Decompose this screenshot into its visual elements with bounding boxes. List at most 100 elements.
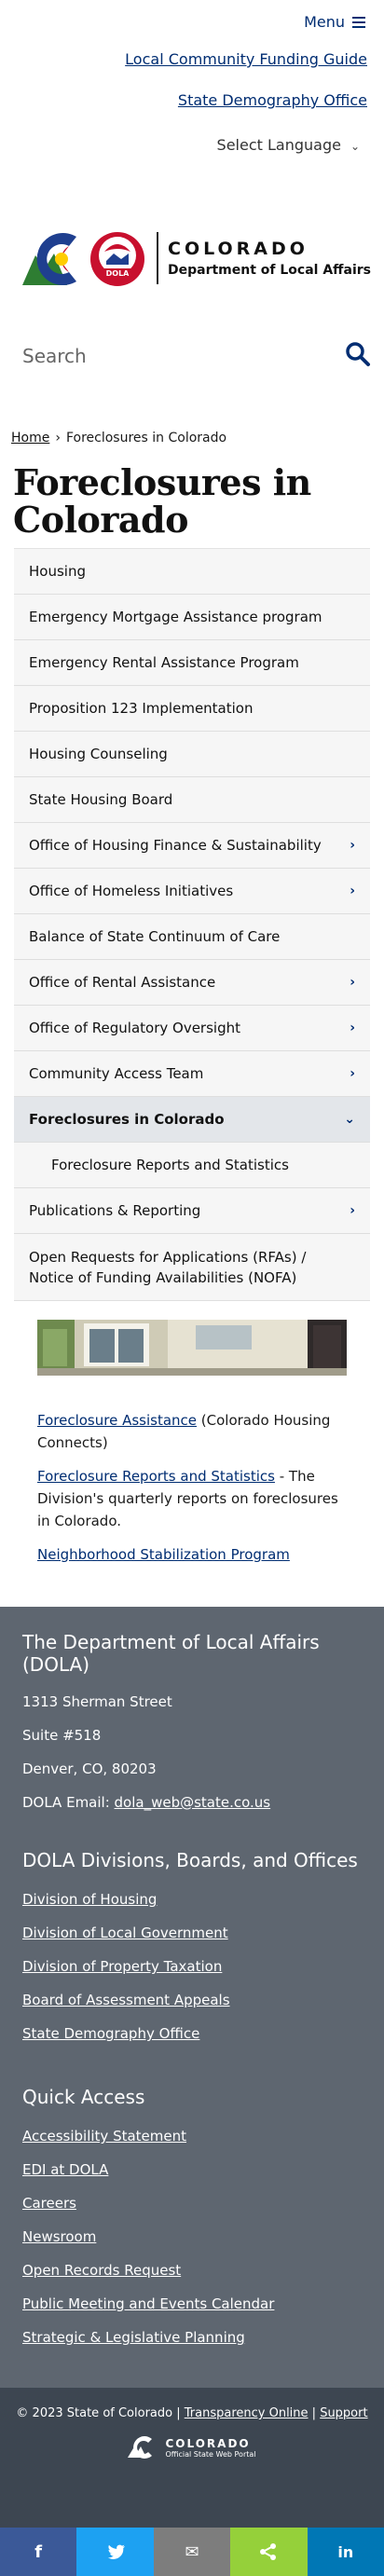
nav-item-label: Balance of State Continuum of Care: [29, 928, 281, 945]
site-logo[interactable]: DOLA COLORADO Department of Local Affair…: [0, 209, 384, 307]
footer-link-events-calendar[interactable]: Public Meeting and Events Calendar: [22, 2287, 362, 2321]
nav-item-housing[interactable]: Housing: [14, 549, 370, 595]
facebook-icon: f: [34, 2542, 43, 2562]
menu-button[interactable]: Menu: [304, 13, 365, 31]
transparency-link[interactable]: Transparency Online: [185, 2406, 309, 2420]
nav-item-label: Community Access Team: [29, 1065, 204, 1082]
nav-item-label: Emergency Mortgage Assistance program: [29, 609, 322, 625]
nav-item-emergency-rental[interactable]: Emergency Rental Assistance Program: [14, 640, 370, 686]
section-navigation: Housing Emergency Mortgage Assistance pr…: [14, 548, 370, 1301]
language-selector[interactable]: Select Language ⌄: [0, 134, 384, 209]
nav-item-community-access[interactable]: Community Access Team ›: [14, 1051, 370, 1097]
colorado-portal-icon: [128, 2436, 153, 2459]
linkedin-share-button[interactable]: in: [307, 2528, 384, 2576]
footer-link-state-demography[interactable]: State Demography Office: [22, 2017, 362, 2050]
search-input[interactable]: [22, 344, 345, 367]
foreclosure-reports-link[interactable]: Foreclosure Reports and Statistics: [37, 1468, 275, 1485]
email-icon: ✉: [185, 2542, 199, 2562]
footer-link-accessibility[interactable]: Accessibility Statement: [22, 2119, 362, 2153]
chevron-down-icon[interactable]: ⌄: [344, 1112, 355, 1127]
address-line: 1313 Sherman Street: [22, 1693, 172, 1710]
search-bar: [0, 307, 384, 404]
breadcrumb-home-link[interactable]: Home: [11, 431, 49, 445]
footer-link-careers[interactable]: Careers: [22, 2186, 362, 2220]
neighborhood-stabilization-link[interactable]: Neighborhood Stabilization Program: [37, 1546, 290, 1563]
footer-dept-title: The Department of Local Affairs (DOLA): [22, 1631, 320, 1676]
logo-department-name: Department of Local Affairs: [168, 262, 371, 278]
footer-link-edi[interactable]: EDI at DOLA: [22, 2153, 362, 2186]
nav-item-homeless-initiatives[interactable]: Office of Homeless Initiatives ›: [14, 869, 370, 914]
address-line: Denver, CO, 80203: [22, 1761, 157, 1777]
chevron-right-icon[interactable]: ›: [350, 1066, 355, 1081]
search-icon[interactable]: [345, 341, 371, 371]
chevron-right-icon[interactable]: ›: [350, 975, 355, 990]
nav-item-foreclosures[interactable]: Foreclosures in Colorado ⌄: [14, 1097, 370, 1143]
top-bar: Menu: [0, 0, 384, 47]
footer-divisions-list: Division of Housing Division of Local Go…: [22, 1883, 362, 2050]
local-community-funding-guide-link[interactable]: Local Community Funding Guide: [0, 50, 384, 91]
nav-item-label: Publications & Reporting: [29, 1202, 201, 1219]
share-icon: [260, 2543, 277, 2560]
footer-link-assessment-appeals[interactable]: Board of Assessment Appeals: [22, 1983, 362, 2017]
nav-item-state-housing-board[interactable]: State Housing Board: [14, 777, 370, 823]
nav-item-label: Foreclosure Reports and Statistics: [51, 1157, 289, 1173]
separator: |: [176, 2406, 185, 2420]
foreclosure-assistance-link[interactable]: Foreclosure Assistance: [37, 1412, 197, 1429]
chevron-right-icon[interactable]: ›: [350, 1021, 355, 1035]
dola-badge-text: DOLA: [106, 269, 130, 278]
nav-item-publications[interactable]: Publications & Reporting ›: [14, 1188, 370, 1234]
footer-link-open-records[interactable]: Open Records Request: [22, 2254, 362, 2287]
nav-item-open-requests[interactable]: Open Requests for Applications (RFAs) / …: [14, 1234, 370, 1301]
logo-state-name: COLORADO: [168, 238, 309, 259]
language-label: Select Language: [216, 136, 341, 154]
nav-item-balance-of-state[interactable]: Balance of State Continuum of Care: [14, 914, 370, 960]
nav-item-rental-assistance[interactable]: Office of Rental Assistance ›: [14, 960, 370, 1006]
nav-item-emergency-mortgage[interactable]: Emergency Mortgage Assistance program: [14, 595, 370, 640]
support-link[interactable]: Support: [320, 2406, 367, 2420]
nav-item-label: Proposition 123 Implementation: [29, 700, 254, 717]
footer-link-strategic-planning[interactable]: Strategic & Legislative Planning: [22, 2321, 362, 2354]
copyright-row: © 2023 State of Colorado | Transparency …: [0, 2388, 384, 2420]
twitter-icon: [107, 2544, 125, 2559]
state-portal-logo[interactable]: COLORADO Official State Web Portal: [0, 2435, 384, 2460]
email-label: DOLA Email:: [22, 1794, 115, 1811]
house-photo: [37, 1320, 347, 1376]
nav-item-label: Housing Counseling: [29, 746, 168, 762]
footer-email-row: DOLA Email: dola_web@state.co.us: [22, 1786, 362, 1819]
nav-item-proposition-123[interactable]: Proposition 123 Implementation: [14, 686, 370, 732]
share-button[interactable]: <: [230, 2528, 308, 2576]
breadcrumb: Home › Foreclosures in Colorado: [0, 404, 384, 445]
nav-item-label: Office of Rental Assistance: [29, 974, 216, 991]
page-title: Foreclosures in Colorado: [13, 461, 311, 541]
footer-link-division-of-housing[interactable]: Division of Housing: [22, 1883, 362, 1916]
main-content: Foreclosure Assistance (Colorado Housing…: [0, 1376, 384, 1566]
nav-item-regulatory-oversight[interactable]: Office of Regulatory Oversight ›: [14, 1006, 370, 1051]
separator: |: [311, 2406, 321, 2420]
nav-item-housing-finance[interactable]: Office of Housing Finance & Sustainabili…: [14, 823, 370, 869]
footer-bottom-bar: © 2023 State of Colorado | Transparency …: [0, 2388, 384, 2528]
paragraph-foreclosure-reports: Foreclosure Reports and Statistics - The…: [37, 1465, 347, 1532]
nav-item-housing-counseling[interactable]: Housing Counseling: [14, 732, 370, 777]
facebook-share-button[interactable]: f: [0, 2528, 77, 2576]
copyright-text: © 2023 State of Colorado: [16, 2406, 173, 2420]
nav-item-label: Housing: [29, 563, 86, 580]
nav-item-label: Emergency Rental Assistance Program: [29, 654, 299, 671]
footer-link-newsroom[interactable]: Newsroom: [22, 2220, 362, 2254]
state-demography-office-link[interactable]: State Demography Office: [0, 91, 384, 134]
chevron-right-icon[interactable]: ›: [350, 1203, 355, 1218]
footer-quick-access-title: Quick Access: [22, 2086, 145, 2108]
footer-link-local-government[interactable]: Division of Local Government: [22, 1916, 362, 1950]
twitter-share-button[interactable]: t: [76, 2528, 154, 2576]
footer-address: 1313 Sherman Street Suite #518 Denver, C…: [22, 1685, 362, 1819]
chevron-right-icon[interactable]: ›: [350, 884, 355, 898]
breadcrumb-current: Foreclosures in Colorado: [65, 431, 227, 445]
nav-subitem-foreclosure-reports[interactable]: Foreclosure Reports and Statistics: [14, 1143, 370, 1188]
nav-item-label: Foreclosures in Colorado: [29, 1111, 225, 1128]
chevron-right-icon[interactable]: ›: [350, 838, 355, 853]
email-share-button[interactable]: ✉: [153, 2528, 231, 2576]
footer-link-property-taxation[interactable]: Division of Property Taxation: [22, 1950, 362, 1983]
menu-label: Menu: [304, 13, 345, 31]
footer-email-link[interactable]: dola_web@state.co.us: [115, 1794, 271, 1811]
nav-item-label: Office of Housing Finance & Sustainabili…: [29, 837, 322, 854]
portal-name: COLORADO: [165, 2436, 251, 2450]
